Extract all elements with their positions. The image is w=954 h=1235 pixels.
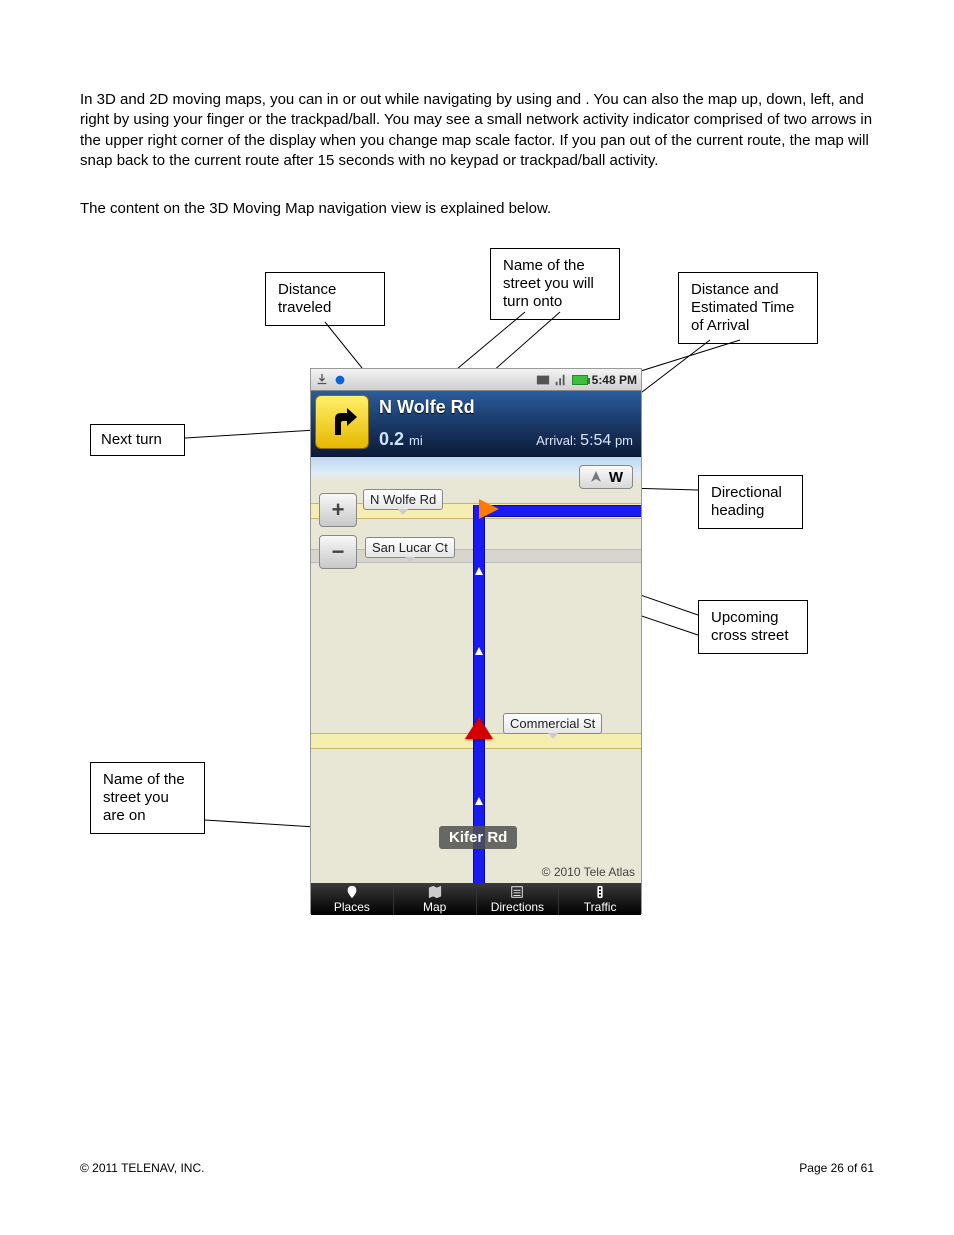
callout-street-turn-onto: Name of the street you will turn onto xyxy=(490,248,620,320)
compass-button[interactable]: W xyxy=(579,465,633,489)
nav-header: N Wolfe Rd 0.2 mi Arrival: 5:54 pm xyxy=(311,391,641,457)
route-chevron-icon xyxy=(475,647,483,655)
zoom-out-button[interactable]: − xyxy=(319,535,357,569)
callout-street-on: Name of the street you are on xyxy=(90,762,205,834)
zoom-in-button[interactable]: + xyxy=(319,493,357,527)
location-icon xyxy=(333,373,347,387)
traffic-icon xyxy=(593,885,607,899)
label-wolfe: N Wolfe Rd xyxy=(363,489,443,510)
turn-right-icon[interactable] xyxy=(315,395,369,449)
next-street: N Wolfe Rd xyxy=(379,397,475,418)
map-area[interactable]: + − W N Wolfe Rd San Lucar Ct Commercial… xyxy=(311,457,641,883)
signal-icon xyxy=(554,373,568,387)
battery-icon xyxy=(572,375,588,385)
p1c: and xyxy=(556,91,585,108)
turn-arrow-icon xyxy=(479,499,499,519)
3g-icon xyxy=(536,373,550,387)
tab-traffic-label: Traffic xyxy=(584,900,617,914)
explain-paragraph: The content on the 3D Moving Map navigat… xyxy=(80,199,874,219)
arrival-info: Arrival: 5:54 pm xyxy=(536,432,633,450)
callout-cross-street: Upcoming cross street xyxy=(698,600,808,654)
callout-directional: Directional heading xyxy=(698,475,803,529)
route-chevron-icon xyxy=(475,797,483,805)
tab-directions[interactable]: Directions xyxy=(477,883,560,915)
distance-value: 0.2 xyxy=(379,429,404,449)
page-footer: © 2011 TELENAV, INC. Page 26 of 61 xyxy=(80,1161,874,1175)
arrival-ampm: pm xyxy=(615,433,633,448)
pin-icon xyxy=(345,885,359,899)
label-sanlucar: San Lucar Ct xyxy=(365,537,455,558)
current-position-icon xyxy=(465,717,493,739)
p1a: In 3D and 2D moving maps, you can xyxy=(80,91,327,108)
p1b: in or out while navigating by using xyxy=(327,91,556,108)
compass-heading: W xyxy=(609,469,623,486)
tab-places[interactable]: Places xyxy=(311,883,394,915)
tab-map[interactable]: Map xyxy=(394,883,477,915)
tab-map-label: Map xyxy=(423,900,446,914)
status-bar: 5:48 PM xyxy=(311,369,641,391)
map-copyright: © 2010 Tele Atlas xyxy=(542,865,635,879)
tab-directions-label: Directions xyxy=(491,900,544,914)
current-street: Kifer Rd xyxy=(439,826,517,849)
phone-screenshot: 5:48 PM N Wolfe Rd 0.2 mi Arrival: 5:54 … xyxy=(310,368,642,914)
arrival-time: 5:54 xyxy=(580,432,611,449)
map-icon xyxy=(428,885,442,899)
distance-unit: mi xyxy=(409,433,423,448)
label-commercial: Commercial St xyxy=(503,713,602,734)
footer-copyright: © 2011 TELENAV, INC. xyxy=(80,1161,204,1175)
callout-distance-traveled: Distance traveled xyxy=(265,272,385,326)
callout-next-turn: Next turn xyxy=(90,424,185,456)
callout-eta: Distance and Estimated Time of Arrival xyxy=(678,272,818,344)
intro-paragraph: In 3D and 2D moving maps, you can in or … xyxy=(80,90,874,171)
arrival-label: Arrival: xyxy=(536,433,576,448)
tab-traffic[interactable]: Traffic xyxy=(559,883,641,915)
bottom-nav: Places Map Directions Traffic xyxy=(311,883,641,915)
download-icon xyxy=(315,373,329,387)
route-turn xyxy=(479,505,641,517)
p1d: . You can also xyxy=(585,91,683,108)
distance-to-turn: 0.2 mi xyxy=(379,429,423,450)
list-icon xyxy=(510,885,524,899)
route-chevron-icon xyxy=(475,567,483,575)
tab-places-label: Places xyxy=(334,900,370,914)
status-time: 5:48 PM xyxy=(592,373,637,387)
footer-page: Page 26 of 61 xyxy=(799,1161,874,1175)
compass-arrow-icon xyxy=(589,470,603,484)
